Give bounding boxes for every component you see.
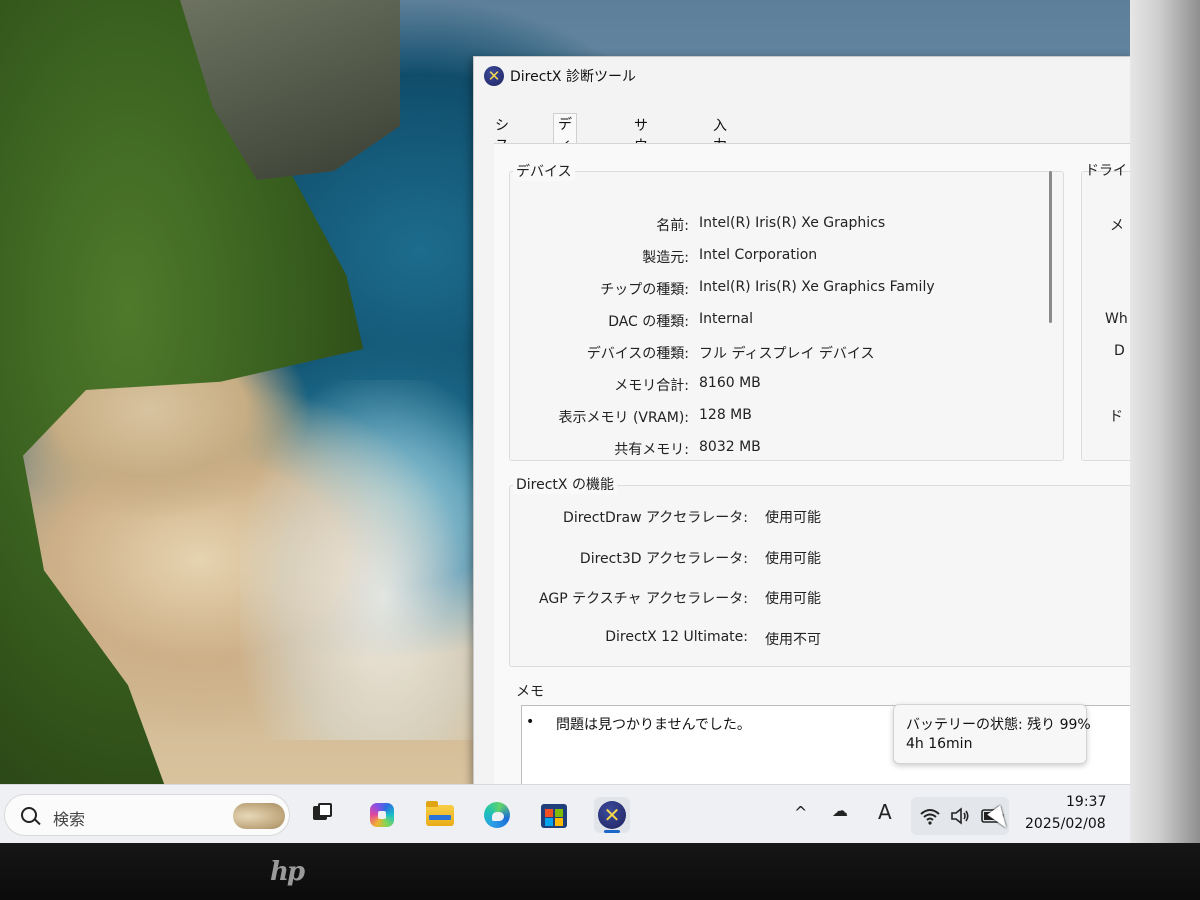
dac-type-value: Internal <box>699 311 753 327</box>
wifi-icon <box>920 809 940 825</box>
file-explorer-button[interactable] <box>422 797 458 833</box>
device-type-value: フル ディスプレイ デバイス <box>699 346 875 362</box>
device-type-label: デバイスの種類: <box>586 346 689 362</box>
device-scrollbar[interactable] <box>1049 171 1052 323</box>
battery-tooltip: バッテリーの状態: 残り 99% 4h 16min <box>893 704 1091 764</box>
tab-sound[interactable]: サウンド <box>630 115 652 194</box>
taskbar-search[interactable]: 検索 <box>4 794 290 836</box>
taskbar: 検索 ✕ ^ ☁ A 19:37 2025/02/08 <box>0 784 1130 844</box>
directx-taskbar-button[interactable]: ✕ <box>594 797 630 833</box>
driver-fragment-4: ド <box>1109 409 1123 425</box>
search-highlight-image <box>233 803 285 829</box>
task-view-button[interactable] <box>304 797 340 833</box>
battery-status-text: バッテリーの状態: 残り 99% <box>906 717 1091 733</box>
manufacturer-label: 製造元: <box>642 250 689 266</box>
edge-icon <box>484 802 510 828</box>
dxdiag-window: ✕ DirectX 診断ツール システム ディスプレイ サウンド 入力 デバイス… <box>473 56 1141 793</box>
shared-memory-label: 共有メモリ: <box>614 442 689 458</box>
total-memory-label: メモリ合計: <box>614 378 689 394</box>
device-group-label: デバイス <box>513 161 575 181</box>
store-tile-red <box>545 809 553 817</box>
dx12-ultimate-value: 使用不可 <box>765 632 821 648</box>
directdraw-value: 使用可能 <box>765 510 821 526</box>
active-app-indicator <box>604 830 620 833</box>
battery-time-text: 4h 16min <box>906 736 973 752</box>
directx-icon: ✕ <box>484 66 504 86</box>
notes-group-label: メモ <box>513 681 547 701</box>
chip-type-label: チップの種類: <box>600 282 689 298</box>
tab-system[interactable]: システム <box>491 115 513 194</box>
volume-icon <box>951 807 969 825</box>
device-name-label: 名前: <box>656 218 689 234</box>
store-tile-green <box>555 809 563 817</box>
directx-taskbar-icon: ✕ <box>598 801 626 829</box>
dx12-ultimate-label: DirectX 12 Ultimate: <box>605 629 748 645</box>
agp-texture-value: 使用可能 <box>765 591 821 607</box>
tab-display[interactable]: ディスプレイ <box>553 113 577 233</box>
tray-overflow-chevron-icon[interactable]: ^ <box>794 803 807 822</box>
driver-group-label: ドライ <box>1085 163 1127 179</box>
features-group-label: DirectX の機能 <box>513 474 617 494</box>
direct3d-label: Direct3D アクセラレータ: <box>579 551 748 567</box>
cloud-sync-icon[interactable]: ☁ <box>832 801 848 820</box>
copilot-button[interactable] <box>364 797 400 833</box>
search-icon <box>21 807 37 823</box>
clock-time[interactable]: 19:37 <box>1066 794 1106 810</box>
window-title: DirectX 診断ツール <box>510 69 636 85</box>
input-indicator[interactable]: A <box>878 800 892 824</box>
notes-item: 問題は見つかりませんでした。 <box>556 717 751 733</box>
store-button[interactable] <box>536 797 572 833</box>
driver-fragment-1: メ <box>1110 218 1124 234</box>
copilot-icon <box>370 803 394 827</box>
agp-texture-label: AGP テクスチャ アクセラレータ: <box>539 591 748 607</box>
laptop-bezel-right <box>1130 0 1200 900</box>
chip-type-value: Intel(R) Iris(R) Xe Graphics Family <box>699 279 935 295</box>
store-tile-yellow <box>555 818 563 826</box>
clock-date[interactable]: 2025/02/08 <box>1025 816 1106 832</box>
store-tile-blue <box>545 818 553 826</box>
notes-bullet: • <box>526 714 535 730</box>
store-icon <box>541 804 567 828</box>
shared-memory-value: 8032 MB <box>699 439 761 455</box>
tab-input[interactable]: 入力 <box>709 115 731 154</box>
title-bar[interactable]: ✕ DirectX 診断ツール <box>474 57 1133 93</box>
total-memory-value: 8160 MB <box>699 375 761 391</box>
device-name-value: Intel(R) Iris(R) Xe Graphics <box>699 215 886 231</box>
vram-value: 128 MB <box>699 407 752 423</box>
edge-button[interactable] <box>479 797 515 833</box>
vram-label: 表示メモリ (VRAM): <box>558 410 689 426</box>
hp-logo: hp <box>270 857 305 887</box>
search-placeholder: 検索 <box>53 810 86 829</box>
task-view-icon-front <box>318 803 332 817</box>
laptop-bezel-bottom <box>0 843 1200 900</box>
directdraw-label: DirectDraw アクセラレータ: <box>563 510 748 526</box>
folder-icon <box>426 801 454 826</box>
wallpaper-surf <box>240 380 480 740</box>
dac-type-label: DAC の種類: <box>608 314 689 330</box>
driver-fragment-2: Wh <box>1105 311 1128 327</box>
direct3d-value: 使用可能 <box>765 551 821 567</box>
driver-fragment-3: D <box>1114 343 1125 359</box>
manufacturer-value: Intel Corporation <box>699 247 818 263</box>
